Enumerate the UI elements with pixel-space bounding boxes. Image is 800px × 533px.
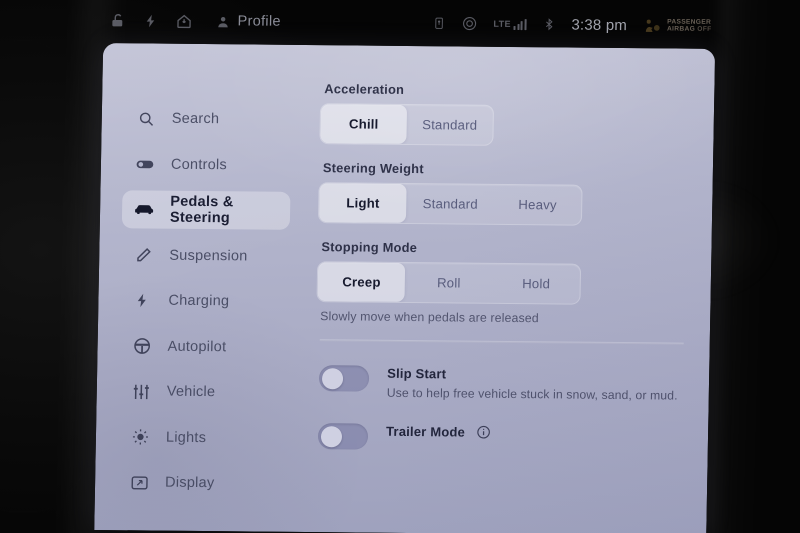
status-bar-left: Profile: [109, 12, 281, 31]
stopping-mode-option-hold[interactable]: Hold: [492, 264, 580, 304]
home-icon[interactable]: [175, 12, 192, 29]
airbag-text: PASSENGER AIRBAG OFF: [667, 18, 712, 33]
sidebar-item-vehicle[interactable]: Vehicle: [118, 372, 287, 412]
stopping-mode-title: Stopping Mode: [321, 239, 418, 256]
unlock-icon[interactable]: [109, 12, 126, 29]
cellular-signal-indicator: LTE: [493, 18, 527, 30]
bluetooth-icon[interactable]: [542, 16, 555, 32]
sidebar-item-label: Vehicle: [166, 383, 216, 401]
photo-background: Profile LTE 3:38 pm PASSENGER AIRBAG OFF…: [0, 0, 800, 533]
slip-start-toggle[interactable]: [318, 365, 370, 392]
sidebar-item-lights[interactable]: Lights: [118, 418, 287, 458]
passenger-airbag-indicator: PASSENGER AIRBAG OFF: [643, 18, 712, 34]
steering-weight-option-light[interactable]: Light: [318, 183, 407, 223]
airbag-figure-icon: [643, 18, 662, 33]
tesla-touchscreen: Profile LTE 3:38 pm PASSENGER AIRBAG OFF…: [94, 0, 716, 533]
sidebar-item-label: Suspension: [169, 247, 248, 264]
profile-label: Profile: [237, 13, 281, 30]
trailer-mode-row[interactable]: Trailer Mode: [317, 421, 686, 453]
stopping-mode-option-roll[interactable]: Roll: [405, 263, 493, 303]
steering-weight-segmented-control[interactable]: Light Standard Heavy: [317, 182, 583, 226]
steering-weight-group: Steering Weight Light Standard Heavy: [317, 160, 691, 227]
acceleration-group: Acceleration Chill Standard: [319, 81, 692, 148]
charging-bolt-icon[interactable]: [143, 12, 158, 29]
toggle-knob: [320, 425, 342, 447]
steering-weight-title: Steering Weight: [322, 160, 424, 177]
trailer-mode-text: Trailer Mode: [386, 422, 492, 442]
info-icon[interactable]: [476, 425, 491, 440]
sidebar-item-charging[interactable]: Charging: [120, 281, 289, 321]
sidebar-item-label: Display: [164, 474, 215, 492]
settings-sidebar: Search Controls Pedals & Steering Suspen…: [94, 43, 303, 532]
fan-icon[interactable]: [461, 15, 477, 31]
acceleration-option-chill[interactable]: Chill: [320, 104, 408, 144]
slip-start-row[interactable]: Slip Start Use to help free vehicle stuc…: [318, 363, 688, 403]
clock: 3:38 pm: [571, 16, 628, 34]
lte-label: LTE: [493, 18, 512, 29]
slip-start-description: Use to help free vehicle stuck in snow, …: [386, 385, 678, 403]
sidebar-item-label: Search: [171, 110, 220, 128]
sidebar-item-label: Controls: [170, 156, 228, 173]
section-divider: [319, 339, 684, 345]
phone-key-icon[interactable]: [432, 15, 445, 31]
sidebar-item-label: Charging: [168, 292, 230, 310]
sidebar-item-label: Autopilot: [167, 338, 227, 355]
person-icon: [215, 14, 230, 29]
airbag-line2: AIRBAG: [666, 25, 696, 33]
sidebar-item-label: Lights: [165, 429, 207, 446]
toggle-knob: [321, 367, 343, 389]
acceleration-option-standard[interactable]: Standard: [406, 105, 493, 145]
sun-icon: [130, 427, 150, 447]
stopping-mode-segmented-control[interactable]: Creep Roll Hold: [316, 261, 582, 305]
sidebar-item-autopilot[interactable]: Autopilot: [119, 327, 288, 367]
sliders-icon: [131, 381, 151, 401]
slip-start-label: Slip Start: [387, 366, 447, 382]
car-front-icon: [134, 199, 154, 219]
airbag-status: OFF: [697, 25, 712, 33]
sidebar-item-pedals-and-steering[interactable]: Pedals & Steering: [121, 190, 291, 230]
sidebar-item-suspension[interactable]: Suspension: [121, 236, 290, 276]
acceleration-title: Acceleration: [324, 81, 405, 97]
steering-weight-option-standard[interactable]: Standard: [406, 184, 494, 224]
signal-bars-icon: [513, 18, 527, 30]
settings-content: Acceleration Chill Standard Steering Wei…: [294, 45, 715, 533]
steering-wheel-icon: [131, 336, 151, 356]
stopping-mode-group: Stopping Mode Creep Roll Hold Slowly mov…: [316, 239, 690, 327]
shock-absorber-icon: [133, 245, 153, 265]
trailer-mode-toggle[interactable]: [317, 423, 369, 450]
profile-button[interactable]: Profile: [215, 13, 281, 30]
display-icon: [129, 472, 149, 492]
search-icon: [136, 108, 156, 128]
acceleration-segmented-control[interactable]: Chill Standard: [319, 103, 495, 146]
status-bar-right: LTE 3:38 pm PASSENGER AIRBAG OFF: [432, 15, 712, 35]
sidebar-item-label: Pedals & Steering: [169, 193, 234, 227]
sidebar-item-search[interactable]: Search: [123, 99, 292, 139]
toggle-icon: [135, 154, 155, 174]
settings-panel: Search Controls Pedals & Steering Suspen…: [94, 43, 716, 533]
sidebar-item-controls[interactable]: Controls: [123, 145, 292, 185]
bolt-icon: [132, 290, 152, 310]
stopping-mode-option-creep[interactable]: Creep: [317, 262, 406, 302]
trailer-mode-label: Trailer Mode: [385, 424, 466, 440]
sidebar-item-display[interactable]: Display: [117, 463, 286, 503]
status-bar: Profile LTE 3:38 pm PASSENGER AIRBAG OFF: [103, 0, 716, 49]
stopping-mode-hint: Slowly move when pedals are released: [320, 309, 539, 326]
airbag-line2-wrap: AIRBAG OFF: [667, 25, 712, 33]
slip-start-text: Slip Start Use to help free vehicle stuc…: [387, 364, 679, 403]
steering-weight-option-heavy[interactable]: Heavy: [494, 185, 582, 225]
